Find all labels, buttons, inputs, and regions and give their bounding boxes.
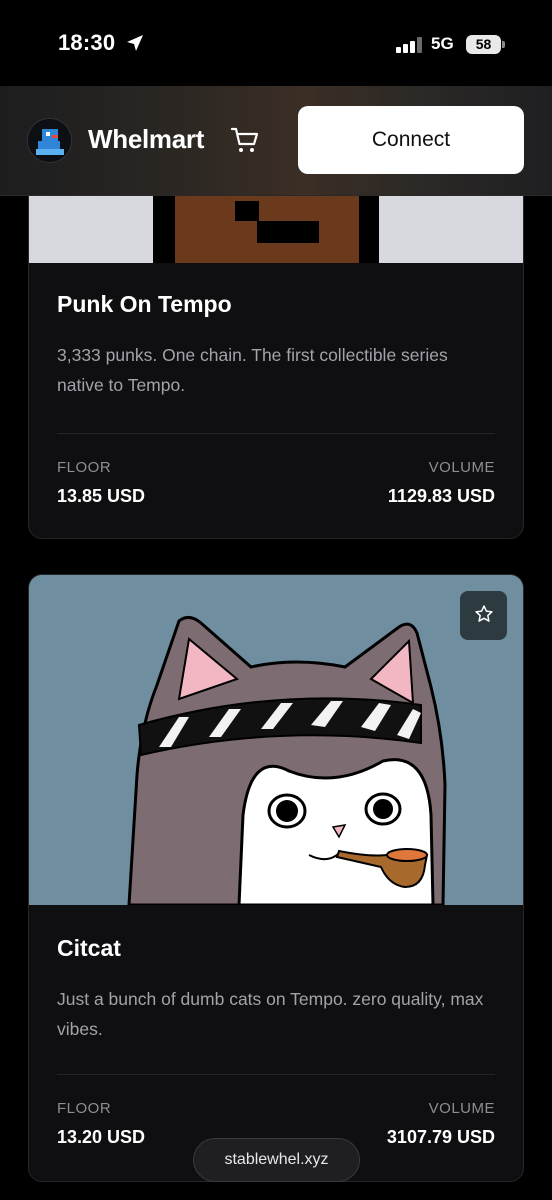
status-bar: 18:30 5G 58	[0, 0, 552, 88]
volume-value: 3107.79 USD	[386, 1127, 495, 1147]
collection-image	[29, 575, 523, 907]
location-arrow-icon	[126, 34, 144, 57]
collection-title: Punk On Tempo	[57, 291, 232, 317]
collection-description: Just a bunch of dumb cats on Tempo. zero…	[57, 989, 484, 1039]
collection-title: Citcat	[57, 935, 121, 961]
status-time: 18:30	[58, 30, 116, 55]
floor-label: FLOOR	[57, 1100, 112, 1117]
volume-label: VOLUME	[428, 459, 495, 476]
floor-value: 13.20 USD	[57, 1127, 146, 1147]
volume-label: VOLUME	[428, 1100, 495, 1117]
floor-value: 13.85 USD	[57, 486, 146, 506]
floor-label: FLOOR	[57, 459, 112, 476]
browser-url-pill[interactable]: stablewhel.xyz	[193, 1138, 360, 1182]
signal-icon	[396, 37, 424, 58]
divider	[57, 1074, 495, 1075]
collection-description: 3,333 punks. One chain. The first collec…	[57, 345, 448, 395]
brand-name: Whelmart	[88, 124, 205, 154]
collection-card[interactable]: Punk On Tempo 3,333 punks. One chain. Th…	[28, 150, 524, 539]
cart-icon[interactable]	[230, 126, 260, 159]
collection-card[interactable]: Citcat Just a bunch of dumb cats on Temp…	[28, 574, 524, 1182]
network-type: 5G	[431, 34, 454, 53]
star-icon	[474, 604, 494, 627]
favorite-button[interactable]	[460, 591, 507, 640]
divider	[57, 433, 495, 434]
connect-button[interactable]: Connect	[298, 106, 524, 174]
app-header: Whelmart Connect	[0, 86, 552, 196]
battery-nub	[502, 41, 505, 48]
volume-value: 1129.83 USD	[387, 486, 495, 506]
battery-icon: 58	[466, 35, 501, 54]
logo[interactable]	[27, 118, 72, 163]
